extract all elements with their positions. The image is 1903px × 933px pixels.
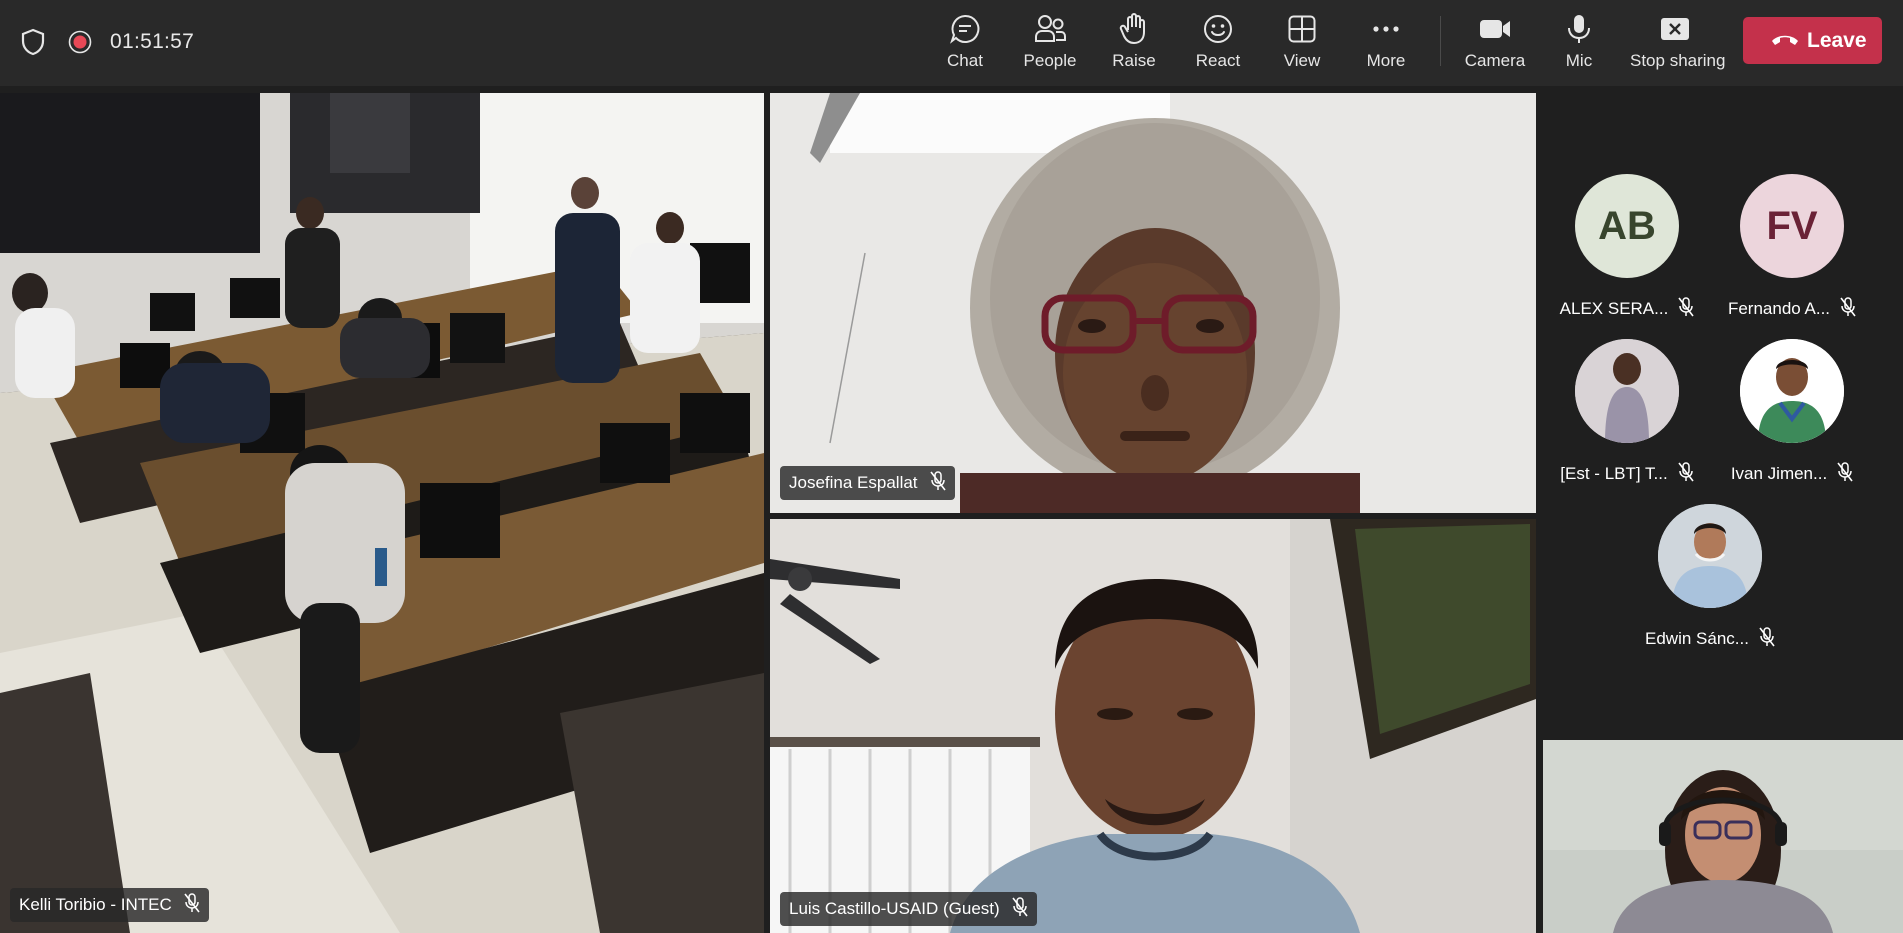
stop-share-icon: [1661, 18, 1689, 40]
raise-label: Raise: [1112, 51, 1156, 70]
self-view-feed: [1543, 740, 1903, 933]
mic-muted-icon: [1678, 297, 1694, 322]
josefina-video-feed: [770, 93, 1536, 513]
camera-label: Camera: [1464, 51, 1526, 70]
recording-icon: [68, 30, 92, 54]
participant-name: Ivan Jimen...: [1730, 464, 1828, 483]
participant-name-row: Ivan Jimen...: [1702, 462, 1882, 487]
profile-photo: [1658, 504, 1762, 608]
avatar: [1740, 339, 1844, 443]
participant-name-row: Edwin Sánc...: [1620, 627, 1800, 652]
luis-video-feed: [770, 519, 1536, 933]
stop-sharing-button[interactable]: Stop sharing: [1630, 10, 1726, 76]
more-label: More: [1366, 51, 1406, 70]
people-button[interactable]: People: [1010, 10, 1090, 76]
avatar: AB: [1575, 174, 1679, 278]
mic-muted-icon: [929, 470, 946, 496]
stop-sharing-label: Stop sharing: [1630, 51, 1726, 70]
participant-name: Kelli Toribio - INTEC: [19, 895, 172, 914]
participant-name-row: [Est - LBT] T...: [1537, 462, 1717, 487]
camera-button[interactable]: Camera: [1455, 10, 1535, 76]
react-label: React: [1195, 51, 1241, 70]
video-tile-kelli-toribio[interactable]: Kelli Toribio - INTEC: [0, 93, 764, 933]
call-timer: 01:51:57: [110, 30, 195, 53]
mic-muted-icon: [1759, 627, 1775, 652]
view-button[interactable]: View: [1262, 10, 1342, 76]
leave-label: Leave: [1807, 29, 1867, 52]
roster-participant[interactable]: Edwin Sánc...: [1620, 504, 1800, 654]
participant-name: Josefina Espallat: [789, 473, 918, 492]
roster-participant[interactable]: FV Fernando A...: [1702, 174, 1882, 324]
profile-photo: [1575, 339, 1679, 443]
camera-icon: [1480, 20, 1510, 38]
participant-nametag: Kelli Toribio - INTEC: [10, 888, 209, 922]
view-label: View: [1283, 51, 1321, 70]
raise-hand-icon: [1119, 13, 1145, 44]
participant-roster: AB ALEX SERA... FV Fernando A... [Est - …: [1537, 86, 1903, 736]
mic-button[interactable]: Mic: [1539, 10, 1619, 76]
mic-muted-icon: [1840, 297, 1856, 322]
roster-participant[interactable]: AB ALEX SERA...: [1537, 174, 1717, 324]
roster-participant[interactable]: Ivan Jimen...: [1702, 339, 1882, 489]
leave-button[interactable]: Leave: [1743, 17, 1882, 64]
avatar-initials: AB: [1598, 203, 1656, 248]
avatar-initials: FV: [1766, 203, 1818, 248]
people-label: People: [1023, 51, 1077, 70]
participant-name-row: ALEX SERA...: [1537, 297, 1717, 322]
meeting-toolbar: 01:51:57 Chat People Raise React View Mo…: [0, 0, 1903, 86]
avatar: FV: [1740, 174, 1844, 278]
react-button[interactable]: React: [1178, 10, 1258, 76]
grid-view-icon: [1288, 15, 1316, 43]
raise-hand-button[interactable]: Raise: [1094, 10, 1174, 76]
participant-name-row: Fernando A...: [1702, 297, 1882, 322]
video-tile-josefina-espallat[interactable]: Josefina Espallat: [770, 93, 1536, 513]
participant-nametag: Luis Castillo-USAID (Guest): [780, 892, 1037, 926]
smiley-icon: [1204, 15, 1232, 43]
participant-name: Edwin Sánc...: [1645, 629, 1749, 648]
hang-up-icon: [1772, 35, 1798, 45]
video-tile-luis-castillo[interactable]: Luis Castillo-USAID (Guest): [770, 519, 1536, 933]
mic-muted-icon: [1837, 462, 1853, 487]
avatar: [1658, 504, 1762, 608]
participant-name: Luis Castillo-USAID (Guest): [789, 899, 1000, 918]
microphone-icon: [1568, 15, 1590, 43]
classroom-video-feed: [0, 93, 764, 933]
roster-participant[interactable]: [Est - LBT] T...: [1537, 339, 1717, 489]
people-icon: [1035, 15, 1066, 42]
mic-label: Mic: [1565, 51, 1593, 70]
more-dots-icon: [1373, 26, 1399, 32]
mic-muted-icon: [1012, 896, 1028, 922]
mic-muted-icon: [1678, 462, 1694, 487]
participant-nametag: Josefina Espallat: [780, 466, 955, 500]
avatar: [1575, 339, 1679, 443]
shield-icon[interactable]: [20, 28, 46, 56]
profile-photo: [1740, 339, 1844, 443]
participant-name: ALEX SERA...: [1559, 299, 1669, 318]
participant-name: Fernando A...: [1727, 299, 1831, 318]
chat-button[interactable]: Chat: [925, 10, 1005, 76]
more-button[interactable]: More: [1346, 10, 1426, 76]
mic-muted-icon: [184, 892, 200, 918]
self-view-video[interactable]: [1543, 740, 1903, 933]
toolbar-divider: [1440, 16, 1441, 66]
chat-label: Chat: [947, 51, 983, 70]
participant-name: [Est - LBT] T...: [1560, 464, 1668, 483]
chat-icon: [950, 14, 980, 44]
